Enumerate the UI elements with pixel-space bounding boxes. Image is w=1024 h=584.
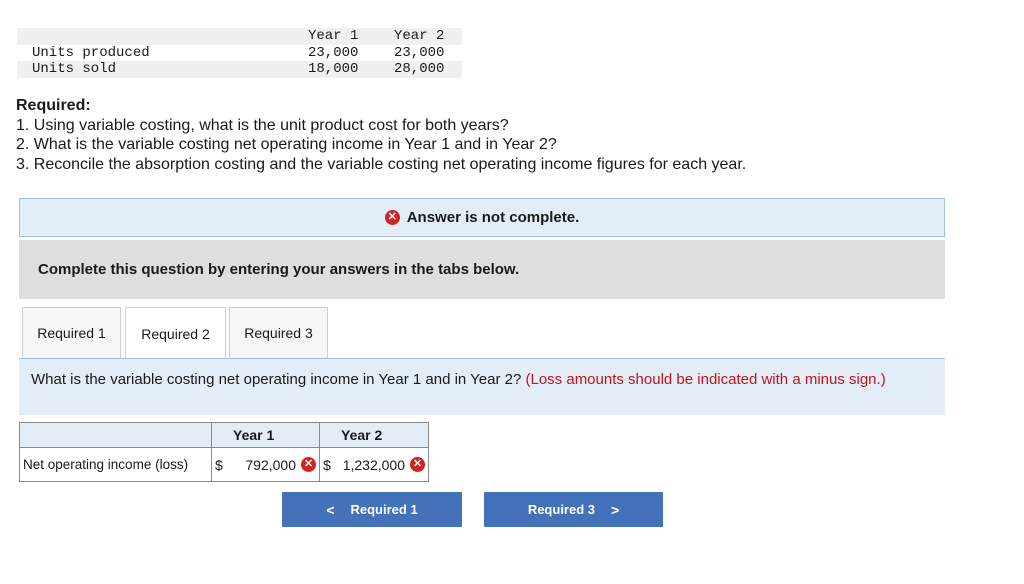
prev-required-1-button[interactable]: < Required 1: [282, 492, 462, 527]
year-1-input[interactable]: 792,000: [245, 457, 296, 473]
tab-required-1[interactable]: Required 1: [22, 307, 121, 359]
question-box: What is the variable costing net operati…: [19, 358, 945, 415]
question-text: What is the variable costing net operati…: [31, 371, 522, 388]
prev-button-label: Required 1: [350, 502, 418, 517]
tab-required-2[interactable]: Required 2: [125, 307, 226, 360]
chevron-left-icon: <: [326, 501, 335, 518]
instruction-box: Complete this question by entering your …: [19, 240, 945, 299]
column-header-year-1: Year 1: [211, 422, 320, 448]
tab-label: Required 2: [141, 326, 210, 342]
incorrect-x-icon: ✕: [301, 457, 316, 472]
required-item-3: 3. Reconcile the absorption costing and …: [16, 155, 747, 173]
units-sold-year-1: 18,000: [308, 61, 359, 77]
next-button-label: Required 3: [527, 502, 595, 517]
currency-symbol: $: [215, 456, 223, 473]
answer-status-text: Answer is not complete.: [406, 209, 580, 226]
tab-label: Required 1: [37, 325, 106, 341]
year-1-cell: $ 792,000 ✕: [211, 447, 320, 482]
question-note: (Loss amounts should be indicated with a…: [525, 371, 886, 388]
header-year-2: Year 2: [394, 28, 445, 44]
incorrect-x-icon: ✕: [410, 457, 425, 472]
year-2-input[interactable]: 1,232,000: [343, 457, 405, 473]
required-title: Required:: [16, 97, 91, 114]
currency-symbol: $: [323, 456, 331, 473]
next-required-3-button[interactable]: Required 3 >: [484, 492, 663, 527]
x-circle-icon: ✕: [384, 210, 400, 225]
tab-label: Required 3: [244, 325, 313, 341]
corner-cell: [19, 422, 212, 448]
row-label-units-produced: Units produced: [32, 45, 150, 61]
tab-required-3[interactable]: Required 3: [229, 307, 328, 359]
instruction-text: Complete this question by entering your …: [38, 261, 520, 278]
answer-status-banner: ✕ Answer is not complete.: [19, 198, 945, 237]
header-year-1: Year 1: [308, 28, 359, 44]
column-header-year-2: Year 2: [319, 422, 429, 448]
units-sold-year-2: 28,000: [394, 61, 445, 77]
answer-table: Year 1 Year 2 Net operating income (loss…: [19, 422, 429, 482]
required-item-2: 2. What is the variable costing net oper…: [16, 136, 557, 153]
required-section: Required: 1. Using variable costing, wha…: [16, 96, 746, 174]
required-item-1: 1. Using variable costing, what is the u…: [16, 116, 509, 134]
chevron-right-icon: >: [611, 501, 620, 518]
row-label-net-operating-income: Net operating income (loss): [19, 447, 212, 482]
units-produced-year-2: 23,000: [394, 45, 445, 61]
year-2-cell: $ 1,232,000 ✕: [319, 447, 429, 482]
row-label-units-sold: Units sold: [32, 61, 117, 77]
units-produced-year-1: 23,000: [308, 45, 359, 61]
